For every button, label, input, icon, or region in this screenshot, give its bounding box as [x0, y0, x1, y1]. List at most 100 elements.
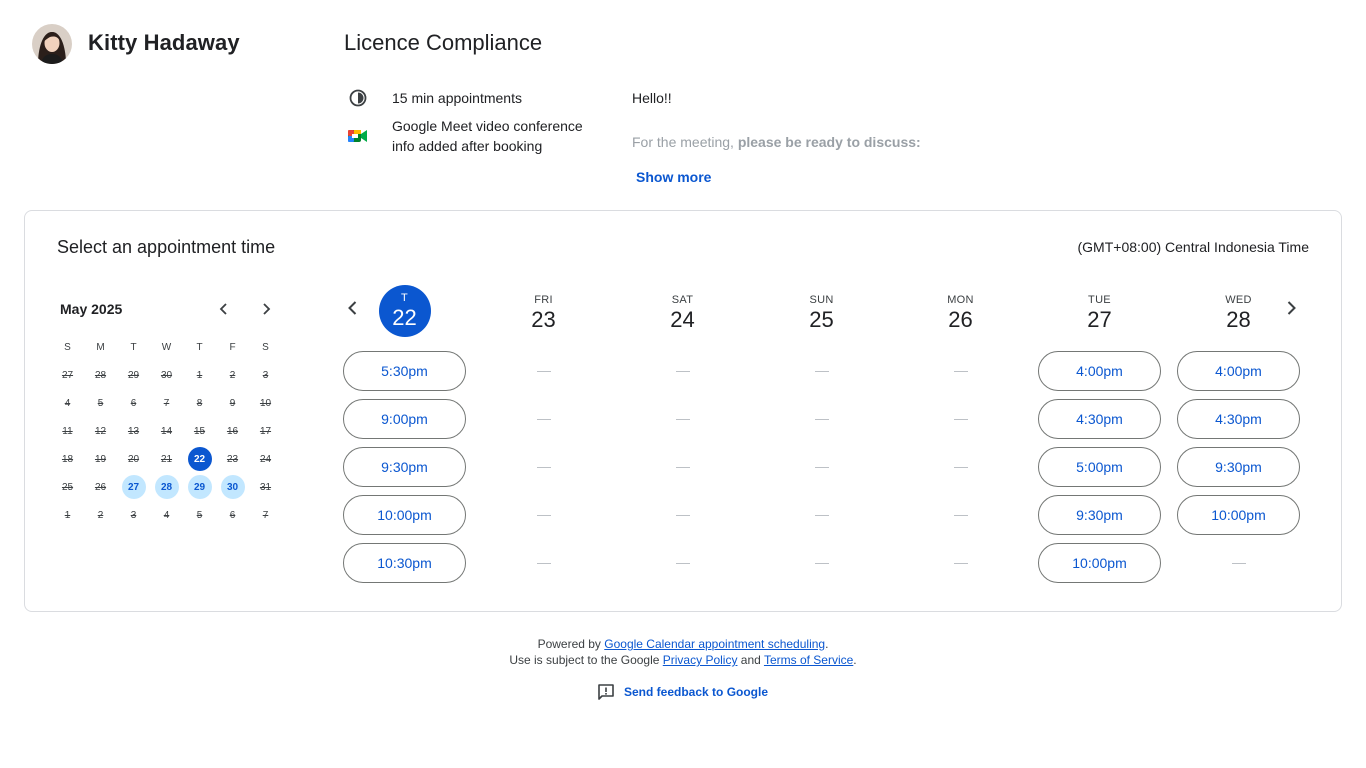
mini-calendar-day-label: 23 [226, 453, 239, 465]
time-slot-button[interactable]: 9:30pm [343, 447, 466, 487]
weekday-header: S [262, 341, 269, 353]
day-of-week: T [400, 291, 409, 304]
no-slot-placeholder [899, 495, 1022, 535]
mini-calendar-day: 4 [150, 501, 183, 529]
time-slot-button[interactable]: 10:00pm [343, 495, 466, 535]
mini-calendar-day: 1 [51, 501, 84, 529]
mini-calendar-day: 14 [150, 417, 183, 445]
mini-calendar-day-label: 16 [226, 425, 239, 437]
mini-calendar-day: 9 [216, 389, 249, 417]
mini-calendar-day-label: 29 [187, 475, 212, 499]
weekday-header: S [64, 341, 71, 353]
no-slot-placeholder [621, 543, 744, 583]
mini-calendar-day-label: 7 [163, 397, 170, 409]
duration-detail: 15 min appointments [344, 88, 522, 108]
time-slot-button[interactable]: 10:00pm [1177, 495, 1300, 535]
time-slot-button[interactable]: 10:30pm [343, 543, 466, 583]
time-slot-button[interactable]: 9:30pm [1038, 495, 1161, 535]
mini-calendar-day[interactable]: 22 [183, 445, 216, 473]
mini-calendar-day-label: 27 [121, 475, 146, 499]
day-header[interactable]: MON 26 [899, 285, 1022, 341]
day-header[interactable]: T 22 [378, 285, 431, 337]
appointment-panel: Select an appointment time (GMT+08:00) C… [24, 210, 1342, 612]
appointment-scheduling-link[interactable]: Google Calendar appointment scheduling [604, 637, 825, 651]
time-slot-button[interactable]: 4:00pm [1038, 351, 1161, 391]
day-of-week: FRI [534, 293, 553, 306]
mini-calendar-day: 2 [216, 361, 249, 389]
time-slot-button[interactable]: 5:00pm [1038, 447, 1161, 487]
time-slot-button[interactable]: 4:30pm [1038, 399, 1161, 439]
mini-calendar-day-label: 19 [94, 453, 107, 465]
terms-prefix: Use is subject to the Google [509, 653, 663, 667]
no-slot-placeholder [621, 447, 744, 487]
duration-text: 15 min appointments [392, 90, 522, 106]
time-slot-button[interactable]: 4:30pm [1177, 399, 1300, 439]
mini-calendar-day[interactable]: 30 [216, 473, 249, 501]
mini-calendar-day: 28 [84, 361, 117, 389]
mini-calendar-day-label: 1 [64, 509, 71, 521]
day-number: 26 [948, 306, 973, 332]
day-column: SAT 24 [621, 285, 744, 591]
day-of-week: MON [947, 293, 974, 306]
description-lead: For the meeting, [632, 134, 738, 150]
mini-calendar-day: 15 [183, 417, 216, 445]
time-slot-button[interactable]: 4:00pm [1177, 351, 1300, 391]
privacy-policy-link[interactable]: Privacy Policy [663, 653, 738, 667]
powered-suffix: . [825, 637, 829, 651]
show-more-button[interactable]: Show more [636, 169, 711, 185]
weekday-header: W [161, 341, 172, 353]
host-name: Kitty Hadaway [88, 30, 240, 55]
mini-calendar-day: 24 [249, 445, 282, 473]
mini-calendar-prev-button[interactable] [212, 297, 236, 321]
mini-calendar-day-label: 7 [262, 509, 269, 521]
mini-calendar-day-label: 30 [160, 369, 173, 381]
mini-calendar-day-label: 20 [127, 453, 140, 465]
mini-calendar-day-label: 4 [64, 397, 71, 409]
day-of-week: TUE [1088, 293, 1111, 306]
google-meet-icon [344, 128, 372, 144]
time-slot-button[interactable]: 10:00pm [1038, 543, 1161, 583]
mini-calendar-day: 3 [117, 501, 150, 529]
mini-calendar-day: 18 [51, 445, 84, 473]
timezone-selector[interactable]: (GMT+08:00) Central Indonesia Time [1078, 239, 1310, 255]
terms-of-service-link[interactable]: Terms of Service [764, 653, 853, 667]
mini-calendar-day-label: 27 [61, 369, 74, 381]
send-feedback-button[interactable]: Send feedback to Google [597, 683, 768, 701]
mini-calendar-next-button[interactable] [254, 297, 278, 321]
time-slot-button[interactable]: 9:00pm [343, 399, 466, 439]
mini-calendar-day: 2 [84, 501, 117, 529]
day-header[interactable]: SUN 25 [760, 285, 883, 341]
mini-calendar-day: 12 [84, 417, 117, 445]
weekday-header: T [130, 341, 137, 353]
mini-calendar-day-label: 13 [127, 425, 140, 437]
mini-calendar-day-label: 5 [196, 509, 203, 521]
terms-line: Use is subject to the Google Privacy Pol… [0, 652, 1366, 668]
description-emphasis: please be ready to discuss: [737, 134, 921, 150]
mini-calendar-day-label: 9 [229, 397, 236, 409]
mini-calendar-day-label: 10 [259, 397, 272, 409]
day-header[interactable]: SAT 24 [621, 285, 744, 341]
mini-calendar-day: 8 [183, 389, 216, 417]
mini-calendar-day[interactable]: 27 [117, 473, 150, 501]
panel-title: Select an appointment time [57, 237, 276, 257]
mini-calendar-day: 19 [84, 445, 117, 473]
mini-calendar-day-label: 22 [187, 447, 212, 471]
mini-calendar-day: 13 [117, 417, 150, 445]
mini-calendar-day[interactable]: 28 [150, 473, 183, 501]
no-slot-placeholder [760, 543, 883, 583]
mini-calendar-day-label: 12 [94, 425, 107, 437]
terms-and: and [737, 653, 764, 667]
mini-calendar-day-label: 28 [94, 369, 107, 381]
day-number: 22 [392, 304, 417, 330]
mini-calendar-day: 20 [117, 445, 150, 473]
time-slot-button[interactable]: 9:30pm [1177, 447, 1300, 487]
mini-calendar-day[interactable]: 29 [183, 473, 216, 501]
day-header[interactable]: FRI 23 [482, 285, 605, 341]
mini-calendar-day-label: 21 [160, 453, 173, 465]
day-header[interactable]: WED 28 [1177, 285, 1300, 341]
mini-calendar-day: 26 [84, 473, 117, 501]
conference-text: Google Meet video conference info added … [392, 118, 583, 154]
time-slot-button[interactable]: 5:30pm [343, 351, 466, 391]
day-header[interactable]: TUE 27 [1038, 285, 1161, 341]
no-slot-placeholder [760, 495, 883, 535]
